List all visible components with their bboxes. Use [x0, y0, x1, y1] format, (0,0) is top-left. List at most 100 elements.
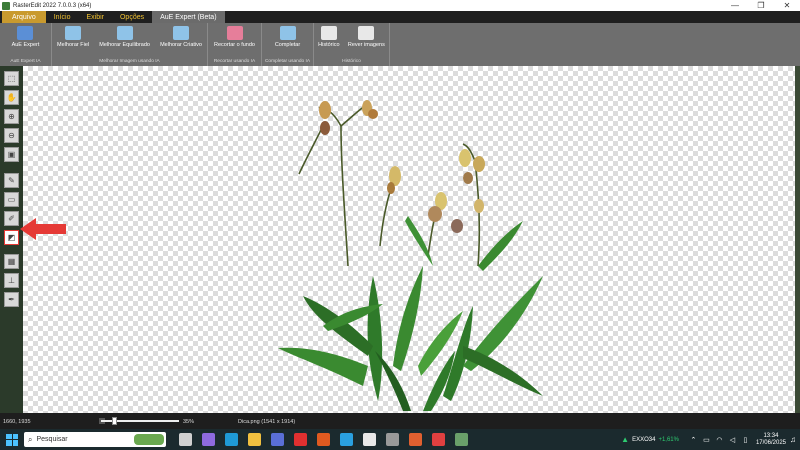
select-icon: ⬚ [7, 74, 16, 83]
red-arrow-annotation [20, 218, 66, 240]
close-icon: ✕ [783, 1, 791, 10]
aue-expert-icon [17, 26, 34, 40]
maximize-button[interactable]: ❐ [748, 0, 774, 11]
eraser-icon: ▭ [7, 195, 16, 204]
picker-icon: ✎ [8, 176, 15, 185]
completar-button[interactable]: Completar [272, 26, 303, 48]
chevron-up-icon[interactable]: ⌃ [689, 435, 698, 444]
lasso-tool[interactable]: ◩ [4, 230, 19, 245]
zoom-in-tool[interactable]: ⊕ [4, 109, 19, 124]
file-explorer-icon[interactable] [248, 433, 261, 446]
tab-opcoes[interactable]: Opções [112, 11, 152, 23]
edge-icon[interactable] [225, 433, 238, 446]
opera-icon[interactable] [317, 433, 330, 446]
wifi-icon[interactable]: ◠ [715, 435, 724, 444]
melhorar-equilibrado-label: Melhorar Equilibrado [99, 42, 150, 48]
title-bar: RasterEdit 2022 7.0.0.3 (x64) — ❐ ✕ [0, 0, 800, 11]
zoom-thumb[interactable] [111, 417, 117, 425]
melhorar-fiel-label: Melhorar Fiel [57, 42, 90, 48]
image-canvas[interactable] [23, 66, 795, 413]
hand-icon: ✋ [6, 93, 17, 102]
copilot-icon[interactable] [202, 433, 215, 446]
network-icon[interactable]: ▭ [702, 435, 711, 444]
tab-exibir[interactable]: Exibir [78, 11, 112, 23]
brush-tool[interactable]: ✐ [4, 211, 19, 226]
youtube-icon[interactable] [294, 433, 307, 446]
app-icon-2[interactable] [386, 433, 399, 446]
select-tool[interactable]: ⬚ [4, 71, 19, 86]
search-placeholder: Pesquisar [36, 436, 68, 443]
fit-tool[interactable]: ▣ [4, 147, 19, 162]
taskbar-search[interactable]: ⌕ Pesquisar [24, 432, 166, 447]
fit-icon: ▣ [7, 150, 16, 159]
battery-icon[interactable]: ▯ [741, 435, 750, 444]
rever-imagens-label: Rever imagens [347, 42, 385, 48]
hand-tool[interactable]: ✋ [4, 90, 19, 105]
melhorar-criativo-button[interactable]: Melhorar Criativo [157, 26, 205, 48]
close-button[interactable]: ✕ [774, 0, 800, 11]
historico-button[interactable]: Histórico [315, 26, 342, 48]
app-icon-4[interactable] [432, 433, 445, 446]
taskbar: ⌕ Pesquisar ▲ EXXO34 +1,61% ⌃ ▭ ◠ ◁ ▯ 13… [0, 429, 800, 450]
ribbon-group-aue-expert: AuE Expert AuE Expert IA [0, 23, 52, 66]
chart-up-icon: ▲ [621, 435, 630, 444]
crop-icon: ▦ [7, 257, 16, 266]
rever-imagens-button[interactable]: Rever imagens [345, 26, 388, 48]
stock-widget[interactable]: ▲ EXXO34 +1,61% [621, 435, 679, 444]
tab-aue-expert[interactable]: AuE Expert (Beta) [152, 11, 225, 23]
minimize-icon: — [731, 1, 739, 10]
historico-label: Histórico [318, 42, 340, 48]
melhorar-fiel-button[interactable]: Melhorar Fiel [54, 26, 92, 48]
melhorar-criativo-label: Melhorar Criativo [160, 42, 202, 48]
status-bar: 1660, 1935 35% Dica.png (1541 x 1914) [0, 413, 800, 429]
review-images-icon [358, 26, 375, 40]
zoom-out-icon: ⊖ [8, 131, 15, 140]
minimize-button[interactable]: — [722, 0, 748, 11]
zoom-level: 35% [183, 419, 195, 425]
aue-expert-button[interactable]: AuE Expert [9, 26, 43, 48]
recortar-fundo-label: Recortar o fundo [214, 42, 255, 48]
group-label-melhorar: Melhorar Imagem usando IA [99, 59, 160, 64]
eraser-tool[interactable]: ▭ [4, 192, 19, 207]
clock[interactable]: 13:34 17/06/2025 [756, 433, 786, 447]
aue-expert-label: AuE Expert [11, 42, 40, 48]
task-view-icon[interactable] [179, 433, 192, 446]
notification-bell-icon[interactable]: ♫ [790, 435, 796, 444]
stamp-tool[interactable]: ⊥ [4, 273, 19, 288]
search-icon: ⌕ [28, 434, 33, 444]
crop-tool[interactable]: ▦ [4, 254, 19, 269]
melhorar-equilibrado-button[interactable]: Melhorar Equilibrado [96, 26, 153, 48]
lasso-icon: ◩ [7, 233, 16, 242]
system-tray: ▲ EXXO34 +1,61% ⌃ ▭ ◠ ◁ ▯ 13:34 17/06/20… [621, 429, 800, 450]
window-controls: — ❐ ✕ [722, 0, 800, 11]
tab-inicio[interactable]: Início [46, 11, 79, 23]
completar-label: Completar [274, 42, 301, 48]
window-title: RasterEdit 2022 7.0.0.3 (x64) [13, 2, 92, 9]
zoom-in-icon: ⊕ [8, 112, 15, 121]
image-balance-icon [116, 26, 133, 40]
windows-start-icon[interactable] [6, 433, 18, 446]
taskbar-apps [174, 433, 473, 446]
app-icon [2, 1, 10, 10]
tab-arquivo[interactable]: Arquivo [2, 11, 46, 23]
recortar-fundo-button[interactable]: Recortar o fundo [211, 26, 258, 48]
teams-icon[interactable] [271, 433, 284, 446]
ribbon-group-melhorar: Melhorar Fiel Melhorar Equilibrado Melho… [52, 23, 208, 66]
ribbon: AuE Expert AuE Expert IA Melhorar Fiel M… [0, 23, 800, 66]
app-icon-3[interactable] [409, 433, 422, 446]
ribbon-group-recortar: Recortar o fundo Recortar usando IA [208, 23, 262, 66]
zoom-slider[interactable] [99, 417, 179, 425]
image-enhance-icon [65, 26, 82, 40]
group-label-recortar: Recortar usando IA [213, 59, 256, 64]
canvas-edge [795, 66, 800, 413]
picker-tool[interactable]: ✎ [4, 173, 19, 188]
zoom-out-tool[interactable]: ⊖ [4, 128, 19, 143]
rasteredit-taskbar-icon[interactable] [455, 433, 468, 446]
chat-icon[interactable] [363, 433, 376, 446]
complete-image-icon [279, 26, 296, 40]
volume-icon[interactable]: ◁ [728, 435, 737, 444]
telegram-icon[interactable] [340, 433, 353, 446]
ribbon-group-historico: Histórico Rever imagens Histórico [314, 23, 390, 66]
image-creative-icon [173, 26, 190, 40]
eyedropper-tool[interactable]: ✒ [4, 292, 19, 307]
